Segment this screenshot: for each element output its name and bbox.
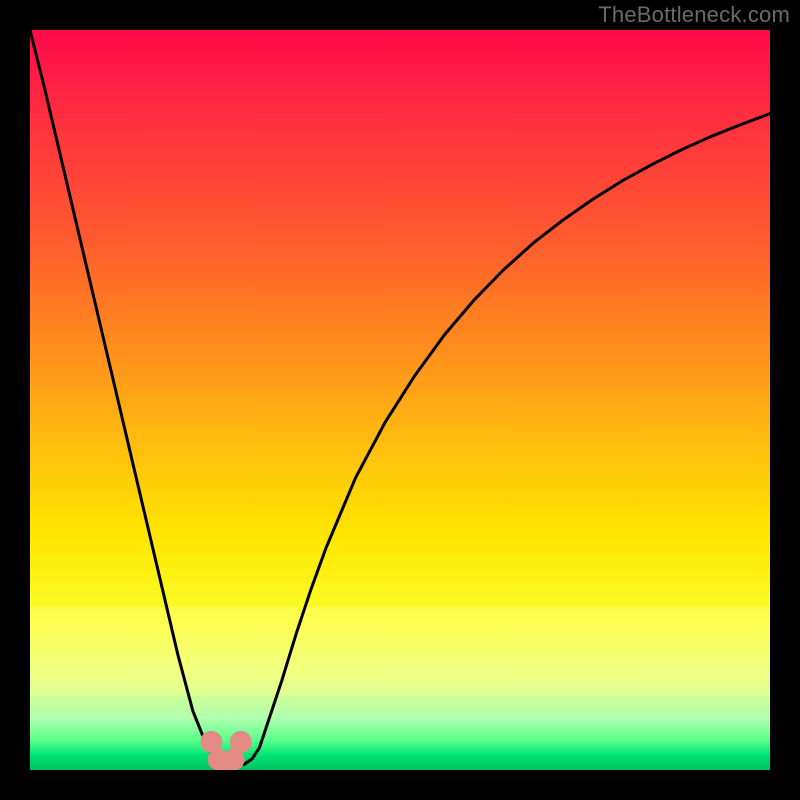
bottleneck-curve [30,30,770,766]
chart-frame: TheBottleneck.com [0,0,800,800]
watermark-label: TheBottleneck.com [598,2,790,28]
plot-area [30,30,770,770]
bottleneck-curve-layer [30,30,770,770]
